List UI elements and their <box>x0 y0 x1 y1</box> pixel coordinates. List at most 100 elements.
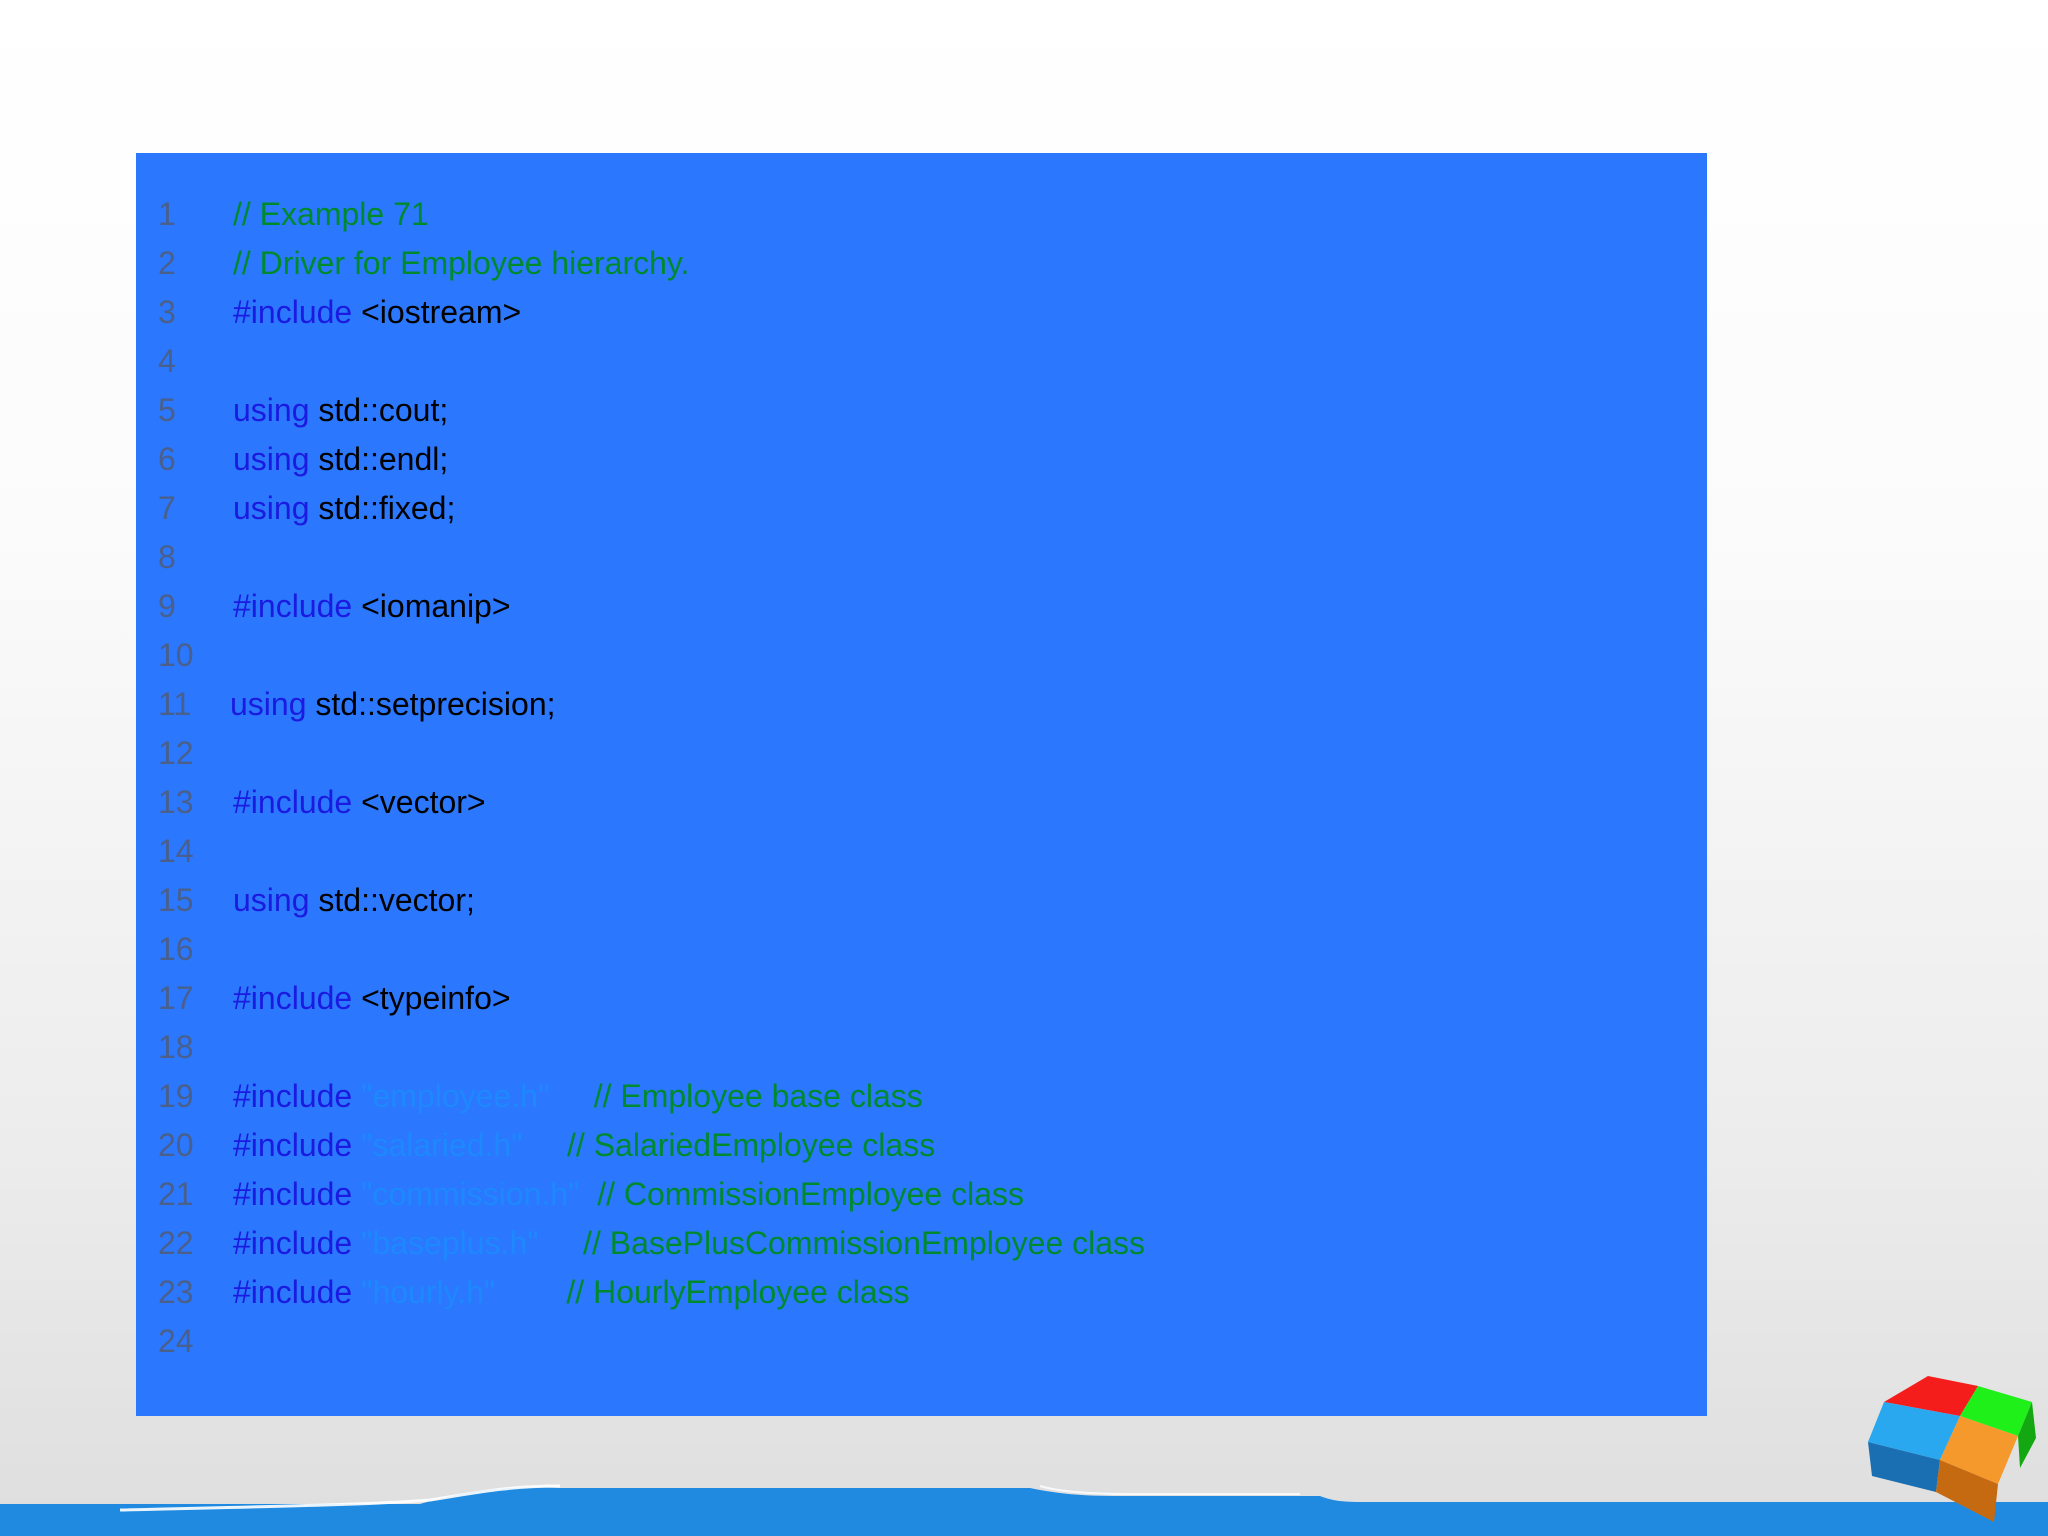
code-token-comment: // Example 71 <box>233 196 429 232</box>
line-number: 15 <box>158 882 194 918</box>
code-token-keyword: #include <box>233 784 353 820</box>
code-line: 17 #include <typeinfo> <box>136 974 1707 1023</box>
code-content: #include "salaried.h" // SalariedEmploye… <box>233 1121 935 1170</box>
code-token-string: "hourly.h" <box>352 1274 496 1310</box>
code-token-comment: // SalariedEmployee class <box>522 1127 936 1163</box>
code-token-keyword: using <box>233 882 310 918</box>
line-number: 2 <box>158 245 176 281</box>
line-number: 5 <box>158 392 176 428</box>
code-token-keyword: using <box>230 686 307 722</box>
code-token-string: "employee.h" <box>352 1078 550 1114</box>
line-number: 11 <box>158 686 192 722</box>
color-cube-icon <box>1868 1376 2036 1522</box>
line-number: 13 <box>158 784 194 820</box>
code-token-string: "commission.h" <box>352 1176 580 1212</box>
code-line: 3 #include <iostream> <box>136 288 1707 337</box>
code-token-text: std::cout; <box>309 392 449 428</box>
line-number: 16 <box>158 931 194 967</box>
code-token-text: <vector> <box>352 784 486 820</box>
code-token-keyword: using <box>233 441 310 477</box>
code-line: 9 #include <iomanip> <box>136 582 1707 631</box>
line-number: 21 <box>158 1176 194 1212</box>
line-number: 18 <box>158 1029 194 1065</box>
code-content: using std::vector; <box>233 876 475 925</box>
line-number: 12 <box>158 735 194 771</box>
line-number: 10 <box>158 637 194 673</box>
code-content: #include "employee.h" // Employee base c… <box>233 1072 923 1121</box>
code-token-text: std::fixed; <box>309 490 456 526</box>
code-content: #include <iomanip> <box>233 582 511 631</box>
code-content: #include <typeinfo> <box>233 974 511 1023</box>
code-token-text: std::vector; <box>309 882 475 918</box>
code-content: using std::fixed; <box>233 484 455 533</box>
slide: 1 // Example 71 2 // Driver for Employee hi… <box>0 0 2048 1536</box>
line-number: 3 <box>158 294 176 330</box>
code-token-keyword: using <box>233 392 310 428</box>
code-token-comment: // BasePlusCommissionEmployee class <box>538 1225 1146 1261</box>
code-token-text: <iostream> <box>352 294 522 330</box>
code-content: using std::endl; <box>233 435 448 484</box>
footer-band-highlight-2 <box>1039 1485 1300 1495</box>
code-line: 6 using std::endl; <box>136 435 1707 484</box>
line-number: 14 <box>158 833 194 869</box>
line-number: 8 <box>158 539 176 575</box>
code-token-comment: // Driver for Employee hierarchy. <box>233 245 690 281</box>
code-line: 19 #include "employee.h" // Employee base… <box>136 1072 1707 1121</box>
footer-wave-band <box>0 1484 2048 1536</box>
code-line: 8 <box>136 533 1707 582</box>
code-line: 18 <box>136 1023 1707 1072</box>
code-line: 16 <box>136 925 1707 974</box>
code-line: 11 using std::setprecision; <box>136 680 1707 729</box>
line-number: 24 <box>158 1323 194 1359</box>
code-token-text: <iomanip> <box>352 588 511 624</box>
code-token-keyword: #include <box>233 1274 353 1310</box>
code-line: 21 #include "commission.h" // CommissionE… <box>136 1170 1707 1219</box>
line-number: 20 <box>158 1127 194 1163</box>
code-token-text: <typeinfo> <box>352 980 511 1016</box>
code-line: 24 <box>136 1317 1707 1366</box>
code-content: #include "commission.h" // CommissionEmp… <box>233 1170 1024 1219</box>
line-number: 1 <box>158 196 176 232</box>
line-number: 7 <box>158 490 176 526</box>
code-token-keyword: #include <box>233 1176 353 1212</box>
code-line: 5 using std::cout; <box>136 386 1707 435</box>
code-token-keyword: #include <box>233 1225 353 1261</box>
code-line: 12 <box>136 729 1707 778</box>
code-line: 4 <box>136 337 1707 386</box>
code-content: // Example 71 <box>233 190 429 239</box>
code-content: using std::cout; <box>233 386 448 435</box>
code-line: 20 #include "salaried.h" // SalariedEmplo… <box>136 1121 1707 1170</box>
code-token-string: "salaried.h" <box>352 1127 523 1163</box>
line-number: 17 <box>158 980 194 1016</box>
code-token-comment: // HourlyEmployee class <box>495 1274 910 1310</box>
code-token-keyword: #include <box>233 588 353 624</box>
code-content: // Driver for Employee hierarchy. <box>233 239 689 288</box>
code-token-keyword: #include <box>233 1127 353 1163</box>
line-number: 4 <box>158 343 176 379</box>
code-token-string: "baseplus.h" <box>352 1225 539 1261</box>
code-content: #include "baseplus.h" // BasePlusCommiss… <box>233 1219 1145 1268</box>
line-number: 22 <box>158 1225 194 1261</box>
code-line: 22 #include "baseplus.h" // BasePlusCommi… <box>136 1219 1707 1268</box>
code-token-keyword: using <box>233 490 310 526</box>
code-token-comment: // Employee base class <box>549 1078 923 1114</box>
code-content: #include <iostream> <box>233 288 521 337</box>
code-line: 14 <box>136 827 1707 876</box>
code-line: 10 <box>136 631 1707 680</box>
code-token-keyword: #include <box>233 294 353 330</box>
code-token-text: std::setprecision; <box>306 686 556 722</box>
line-number: 23 <box>158 1274 194 1310</box>
line-number: 19 <box>158 1078 194 1114</box>
code-token-comment: // CommissionEmployee class <box>579 1176 1024 1212</box>
line-number: 6 <box>158 441 176 477</box>
code-line: 23 #include "hourly.h" // HourlyEmployee … <box>136 1268 1707 1317</box>
footer-band-fill <box>0 1487 2048 1536</box>
code-content: using std::setprecision; <box>230 680 556 729</box>
code-content: #include <vector> <box>233 778 486 827</box>
code-line: 1 // Example 71 <box>136 190 1707 239</box>
code-line: 7 using std::fixed; <box>136 484 1707 533</box>
code-token-keyword: #include <box>233 980 353 1016</box>
code-content: #include "hourly.h" // HourlyEmployee cl… <box>233 1268 910 1317</box>
code-line: 2 // Driver for Employee hierarchy. <box>136 239 1707 288</box>
code-line: 15 using std::vector; <box>136 876 1707 925</box>
